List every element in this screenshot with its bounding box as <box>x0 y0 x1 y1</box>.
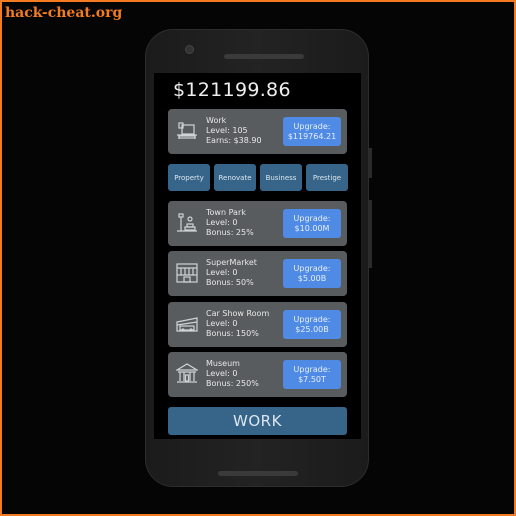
upgrade-label: Upgrade: <box>293 121 331 131</box>
car-showroom-icon <box>176 312 198 336</box>
property-name: Car Show Room <box>206 309 270 318</box>
tab-business[interactable]: Business <box>260 164 302 191</box>
museum-upgrade-button[interactable]: Upgrade: $7.50T <box>283 360 341 389</box>
upgrade-label: Upgrade: <box>293 263 331 273</box>
work-card: Work Level: 105 Earns: $38.90 Upgrade: $… <box>168 109 347 154</box>
work-upgrade-button[interactable]: Upgrade: $119764.21 <box>283 117 341 146</box>
tab-property[interactable]: Property <box>168 164 210 191</box>
earpiece-speaker <box>224 54 304 59</box>
power-button <box>369 148 372 178</box>
property-card-town-park: Town Park Level: 0 Bonus: 25% Upgrade: $… <box>168 201 347 246</box>
upgrade-label: Upgrade: <box>293 213 331 223</box>
town-park-upgrade-button[interactable]: Upgrade: $10.00M <box>283 209 341 238</box>
bottom-speaker <box>218 471 298 476</box>
upgrade-cost: $25.00B <box>295 324 329 334</box>
watermark: hack-cheat.org <box>5 5 123 21</box>
property-level: Level: 0 <box>206 218 238 227</box>
tab-prestige[interactable]: Prestige <box>306 164 348 191</box>
upgrade-cost: $10.00M <box>294 223 330 233</box>
property-name: Museum <box>206 359 240 368</box>
property-card-museum: Museum Level: 0 Bonus: 250% Upgrade: $7.… <box>168 352 347 397</box>
property-level: Level: 0 <box>206 319 238 328</box>
balance-display: $121199.86 <box>173 79 291 101</box>
park-icon <box>176 211 198 235</box>
supermarket-upgrade-button[interactable]: Upgrade: $5.00B <box>283 259 341 288</box>
supermarket-icon <box>176 261 198 285</box>
property-name: Town Park <box>206 208 246 217</box>
property-card-car-show-room: Car Show Room Level: 0 Bonus: 150% Upgra… <box>168 302 347 347</box>
work-button[interactable]: WORK <box>168 407 347 435</box>
property-card-supermarket: SuperMarket Level: 0 Bonus: 50% Upgrade:… <box>168 251 347 296</box>
upgrade-cost: $119764.21 <box>287 131 337 141</box>
property-bonus: Bonus: 25% <box>206 228 254 237</box>
upgrade-cost: $7.50T <box>298 374 326 384</box>
upgrade-cost: $5.00B <box>297 273 327 283</box>
property-bonus: Bonus: 250% <box>206 379 259 388</box>
computer-desk-icon <box>176 119 198 143</box>
property-name: SuperMarket <box>206 258 257 267</box>
property-bonus: Bonus: 150% <box>206 329 259 338</box>
property-level: Level: 0 <box>206 369 238 378</box>
museum-icon <box>176 362 198 386</box>
work-earns: Earns: $38.90 <box>206 136 262 145</box>
upgrade-label: Upgrade: <box>293 314 331 324</box>
volume-button <box>369 200 372 268</box>
upgrade-label: Upgrade: <box>293 364 331 374</box>
property-level: Level: 0 <box>206 268 238 277</box>
front-camera <box>185 45 194 54</box>
work-level: Level: 105 <box>206 126 248 135</box>
tab-renovate[interactable]: Renovate <box>214 164 256 191</box>
car-show-room-upgrade-button[interactable]: Upgrade: $25.00B <box>283 310 341 339</box>
work-title: Work <box>206 116 227 125</box>
game-screen: $121199.86 Work Level: 105 Earns: $38.90… <box>154 73 361 439</box>
property-bonus: Bonus: 50% <box>206 278 254 287</box>
category-tabs: Property Renovate Business Prestige <box>168 164 348 191</box>
